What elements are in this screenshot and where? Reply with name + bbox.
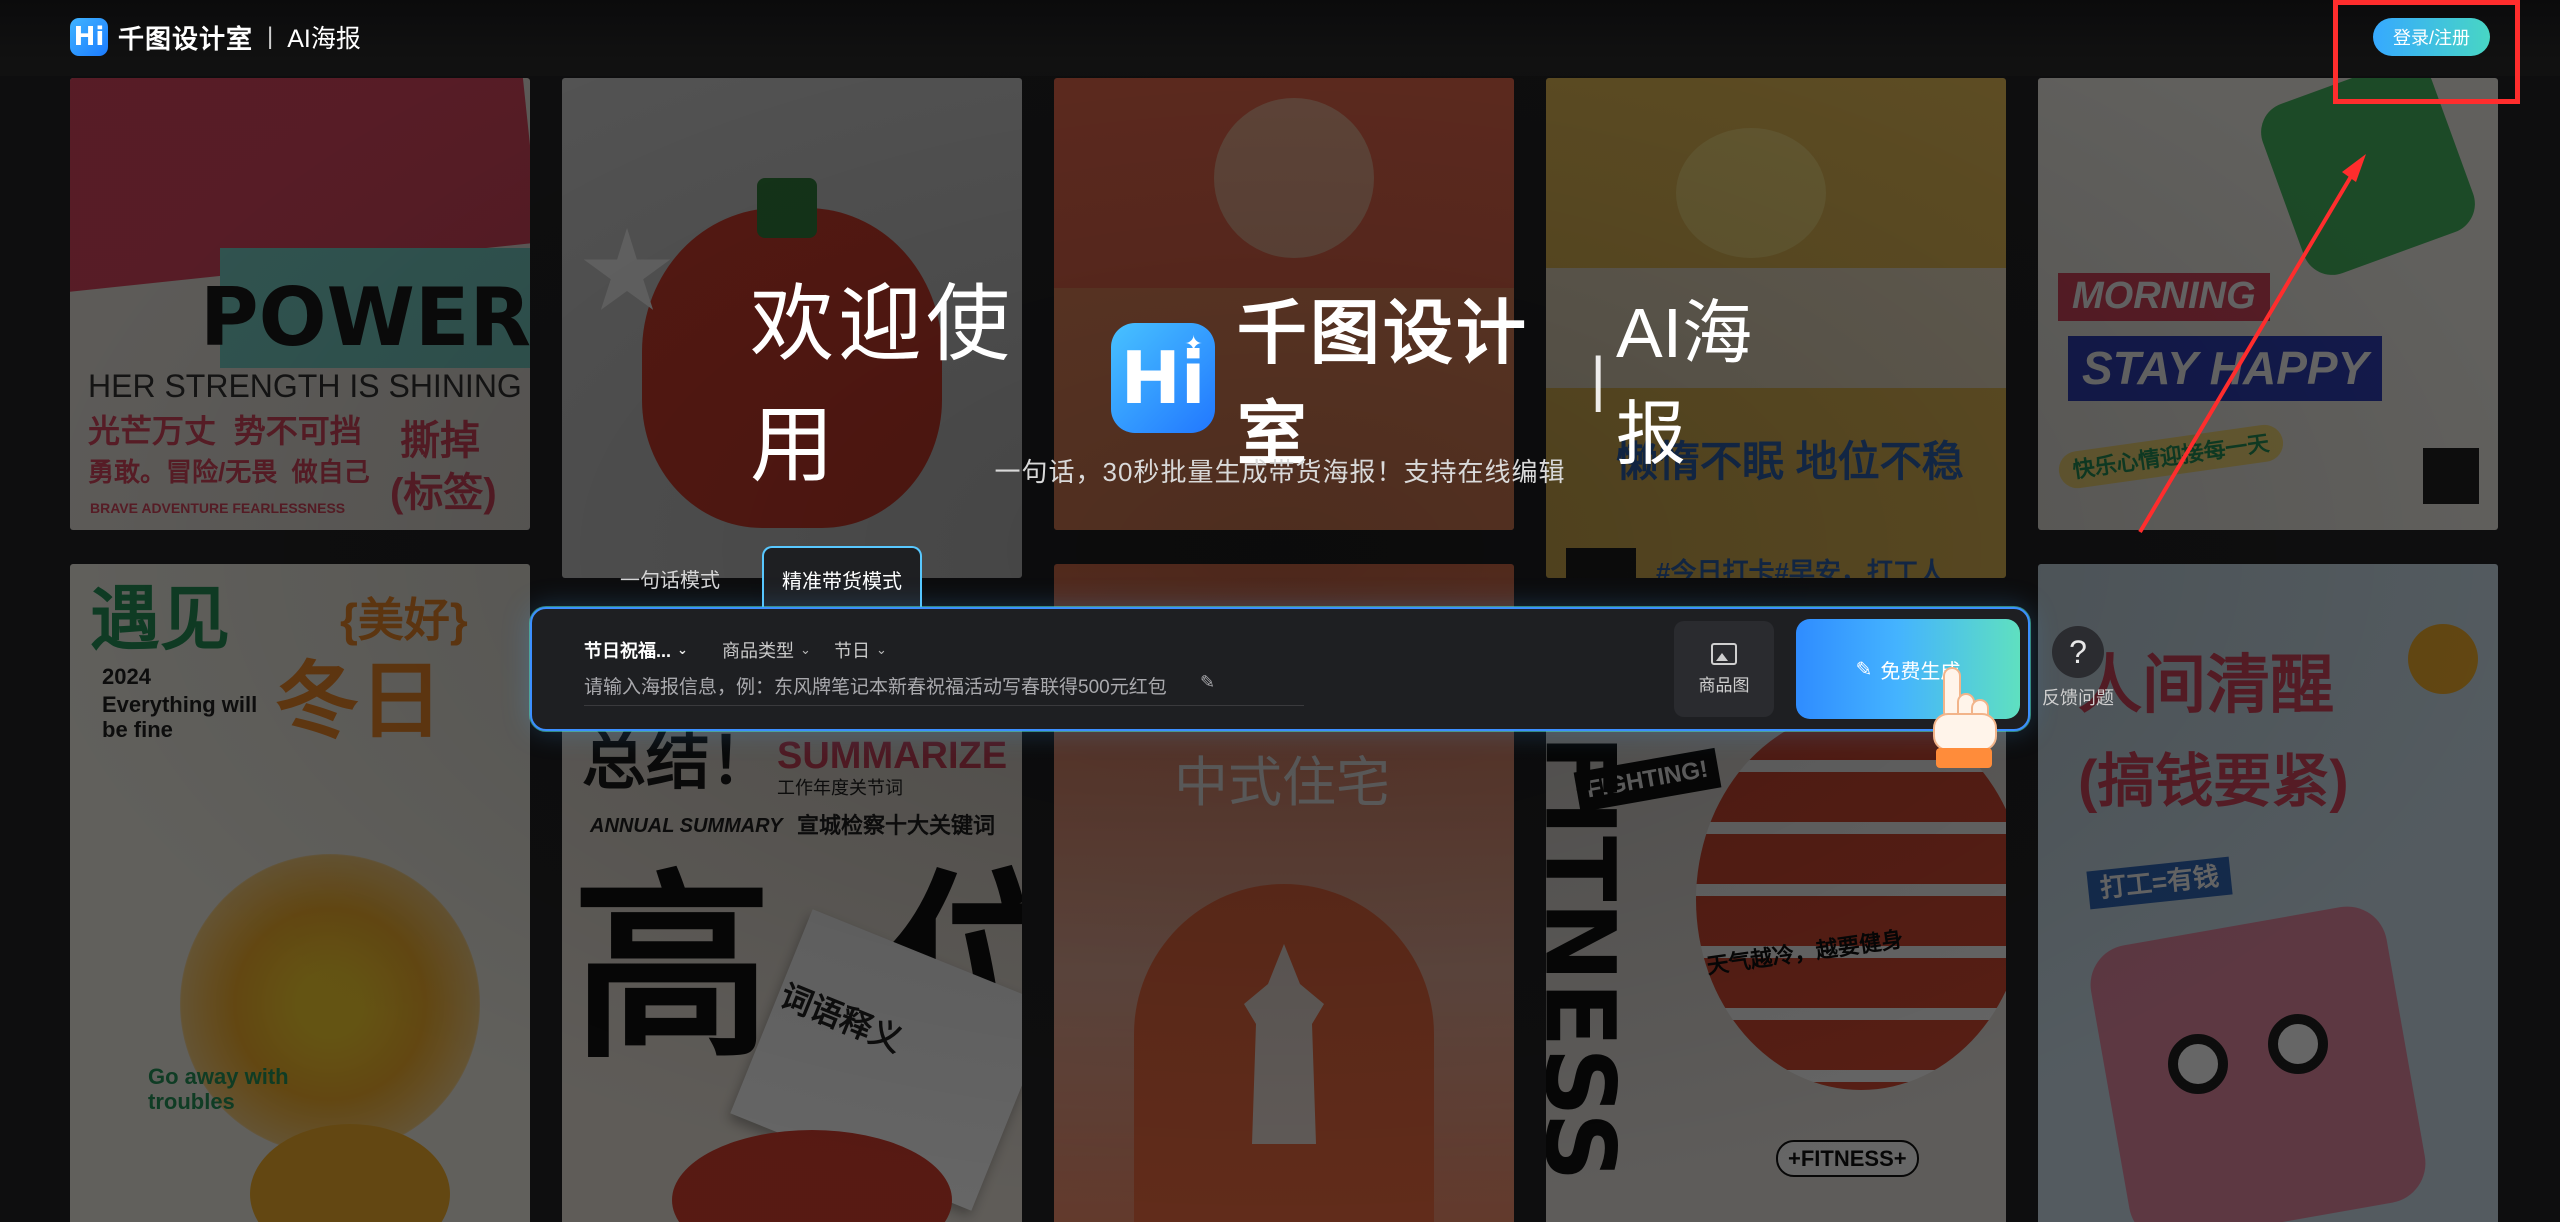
poster-headline: POWER	[200, 271, 530, 364]
sparkle-icon: ✦	[1184, 331, 1203, 356]
hand-pointer-icon	[1933, 667, 1997, 768]
poster-headline: 冬日	[275, 652, 444, 750]
theme-dropdown[interactable]: 节日祝福... ⌄	[584, 637, 688, 663]
annotation-arrow-icon	[2138, 154, 2366, 534]
image-icon	[1711, 642, 1737, 665]
site-logo[interactable]: Hi 千图设计室 | AI海报	[70, 18, 361, 56]
hero-separator: |	[1590, 344, 1606, 412]
poster-headline: 总结！	[582, 725, 774, 799]
festival-dropdown[interactable]: 节日 ⌄	[834, 637, 887, 663]
chevron-down-icon: ⌄	[677, 642, 688, 657]
hero-product: AI海报	[1615, 294, 1753, 473]
poster-headline: 人间清醒	[2078, 649, 2334, 723]
logo-product: AI海报	[287, 25, 361, 53]
poster-card[interactable]: 遇见 {美好} 冬日 2024 Everything will be fine …	[70, 564, 530, 1222]
help-question-icon[interactable]: ?	[2052, 626, 2104, 678]
feedback-label: 反馈问题	[2042, 688, 2114, 708]
tab-precise-sales-mode[interactable]: 精准带货模式	[762, 546, 922, 610]
logo-icon: Hi	[70, 18, 108, 56]
hero-logo-icon: Hi ✦	[1111, 323, 1215, 433]
magic-wand-icon[interactable]: ✎	[1200, 672, 1215, 693]
logo-brand: 千图设计室	[118, 23, 254, 54]
magic-wand-icon: ✎	[1855, 658, 1873, 681]
poster-headline: FITNESS	[1546, 734, 1636, 1182]
feedback-widget[interactable]: ? 反馈问题	[2040, 626, 2116, 710]
hero-brand: 千图设计室	[1236, 294, 1529, 473]
hero-tagline: 一句话，30秒批量生成带货海报！支持在线编辑	[994, 457, 1566, 487]
generation-panel: 节日祝福... ⌄ 商品类型 ⌄ 节日 ⌄ ✎ 商品图 ✎ 免费生成	[530, 607, 2030, 731]
annotation-highlight-box	[2333, 0, 2520, 104]
top-header: Hi 千图设计室 | AI海报 登录/注册	[0, 0, 2560, 76]
product-image-button[interactable]: 商品图	[1674, 621, 1774, 717]
product-type-dropdown[interactable]: 商品类型 ⌄	[722, 637, 811, 663]
hero-title: 欢迎使用 Hi ✦ 千图设计室 | AI海报	[750, 277, 1810, 492]
poster-prompt-input[interactable]	[584, 671, 1304, 706]
tab-one-sentence-mode[interactable]: 一句话模式	[600, 548, 740, 608]
poster-headline: 中式住宅	[1174, 751, 1390, 814]
logo-separator: |	[267, 23, 274, 50]
chevron-down-icon: ⌄	[876, 642, 887, 657]
chevron-down-icon: ⌄	[800, 642, 811, 657]
